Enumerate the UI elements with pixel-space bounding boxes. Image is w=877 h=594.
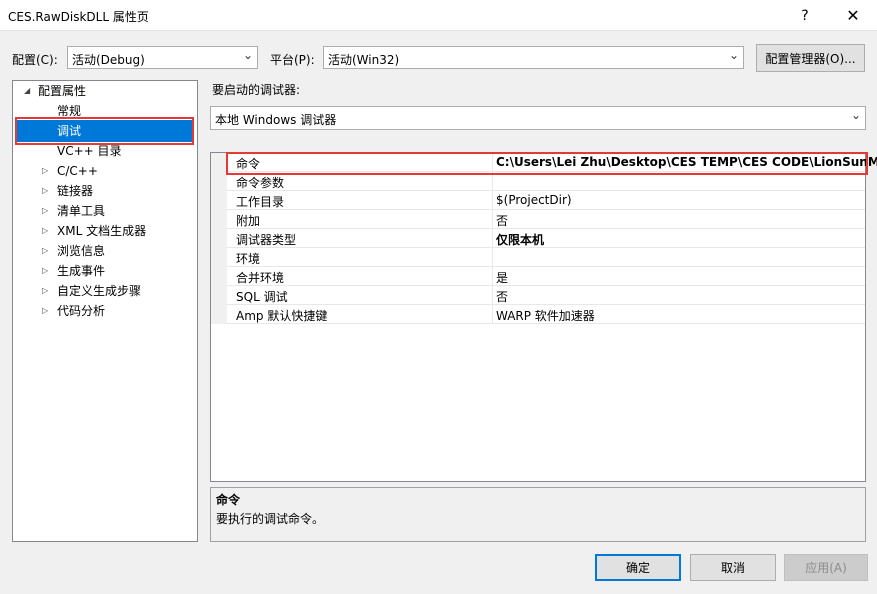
tree-item-browse-info[interactable]: 浏览信息 (57, 241, 105, 261)
debugger-select-value: 本地 Windows 调试器 (215, 113, 337, 127)
debugger-select[interactable]: 本地 Windows 调试器 ⌄ (210, 106, 866, 130)
platform-select-value: 活动(Win32) (328, 53, 400, 67)
property-row-debugger-type[interactable]: 调试器类型 仅限本机 (211, 229, 865, 248)
description-text: 要执行的调试命令。 (216, 512, 325, 526)
debugger-label: 要启动的调试器: (212, 83, 301, 97)
property-tree[interactable]: ◢ 配置属性 常规 调试 VC++ 目录 ▷ C/C++ ▷ 链接器 ▷ 清单工… (12, 80, 198, 542)
property-row-merge-environment[interactable]: 合并环境 是 (211, 267, 865, 286)
description-title: 命令 (216, 493, 241, 507)
property-name: 附加 (236, 214, 261, 228)
property-grid[interactable]: 命令 C:\Users\Lei Zhu\Desktop\CES TEMP\CES… (210, 152, 877, 482)
property-name: SQL 调试 (236, 290, 288, 304)
property-name: 合并环境 (236, 271, 285, 285)
property-row-amp-accelerator[interactable]: Amp 默认快捷键 WARP 软件加速器 (211, 305, 865, 324)
chevron-down-icon: ⌄ (728, 48, 739, 62)
property-value[interactable]: $(ProjectDir) (496, 193, 572, 207)
triangle-right-icon[interactable]: ▷ (42, 266, 52, 275)
property-name: 环境 (236, 252, 261, 266)
title-bar: CES.RawDiskDLL 属性页 ? ✕ (0, 0, 877, 31)
help-button[interactable]: ? (785, 0, 825, 31)
triangle-right-icon[interactable]: ▷ (42, 186, 52, 195)
property-value[interactable]: 否 (496, 212, 508, 229)
property-name: 工作目录 (236, 195, 285, 209)
ok-button[interactable]: 确定 (595, 554, 681, 581)
property-value[interactable]: 是 (496, 269, 508, 286)
platform-label: 平台(P): (270, 53, 315, 67)
property-name: Amp 默认快捷键 (236, 309, 328, 323)
description-panel: 命令 要执行的调试命令。 (210, 487, 866, 542)
tree-item-code-analysis[interactable]: 代码分析 (57, 301, 105, 321)
config-select-value: 活动(Debug) (72, 53, 145, 67)
tree-item-manifest-tool[interactable]: 清单工具 (57, 201, 105, 221)
property-row-sql-debugging[interactable]: SQL 调试 否 (211, 286, 865, 305)
close-button[interactable]: ✕ (833, 0, 873, 31)
cancel-button[interactable]: 取消 (690, 554, 776, 581)
property-name: 命令参数 (236, 176, 285, 190)
tree-item-cpp[interactable]: C/C++ (57, 161, 98, 181)
property-value[interactable]: WARP 软件加速器 (496, 307, 595, 324)
chevron-down-icon: ⌄ (850, 108, 861, 122)
property-name: 调试器类型 (236, 233, 297, 247)
triangle-right-icon[interactable]: ▷ (42, 246, 52, 255)
highlight-box-command-row (226, 152, 868, 175)
apply-button[interactable]: 应用(A) (784, 554, 868, 581)
property-row-environment[interactable]: 环境 (211, 248, 865, 267)
tree-item-linker[interactable]: 链接器 (57, 181, 93, 201)
platform-select[interactable]: 活动(Win32) ⌄ (323, 46, 744, 69)
property-row-working-dir[interactable]: 工作目录 $(ProjectDir) (211, 191, 865, 210)
chevron-down-icon: ⌄ (242, 48, 253, 62)
property-value[interactable]: 否 (496, 288, 508, 305)
property-value[interactable]: 仅限本机 (496, 231, 544, 248)
triangle-right-icon[interactable]: ▷ (42, 286, 52, 295)
tree-item-custom-build-step[interactable]: 自定义生成步骤 (57, 281, 141, 301)
config-manager-button[interactable]: 配置管理器(O)... (756, 44, 865, 72)
tree-item-xml-doc-generator[interactable]: XML 文档生成器 (57, 221, 146, 241)
triangle-right-icon[interactable]: ▷ (42, 166, 52, 175)
triangle-right-icon[interactable]: ▷ (42, 226, 52, 235)
tree-item-build-events[interactable]: 生成事件 (57, 261, 105, 281)
triangle-right-icon[interactable]: ▷ (42, 306, 52, 315)
config-label: 配置(C): (12, 53, 58, 67)
config-select[interactable]: 活动(Debug) ⌄ (67, 46, 258, 69)
window-title: CES.RawDiskDLL 属性页 (8, 10, 149, 24)
tree-root-config-properties[interactable]: 配置属性 (38, 81, 86, 101)
property-row-attach[interactable]: 附加 否 (211, 210, 865, 229)
triangle-down-icon[interactable]: ◢ (24, 86, 34, 95)
triangle-right-icon[interactable]: ▷ (42, 206, 52, 215)
highlight-box-tree-selection (15, 117, 194, 145)
